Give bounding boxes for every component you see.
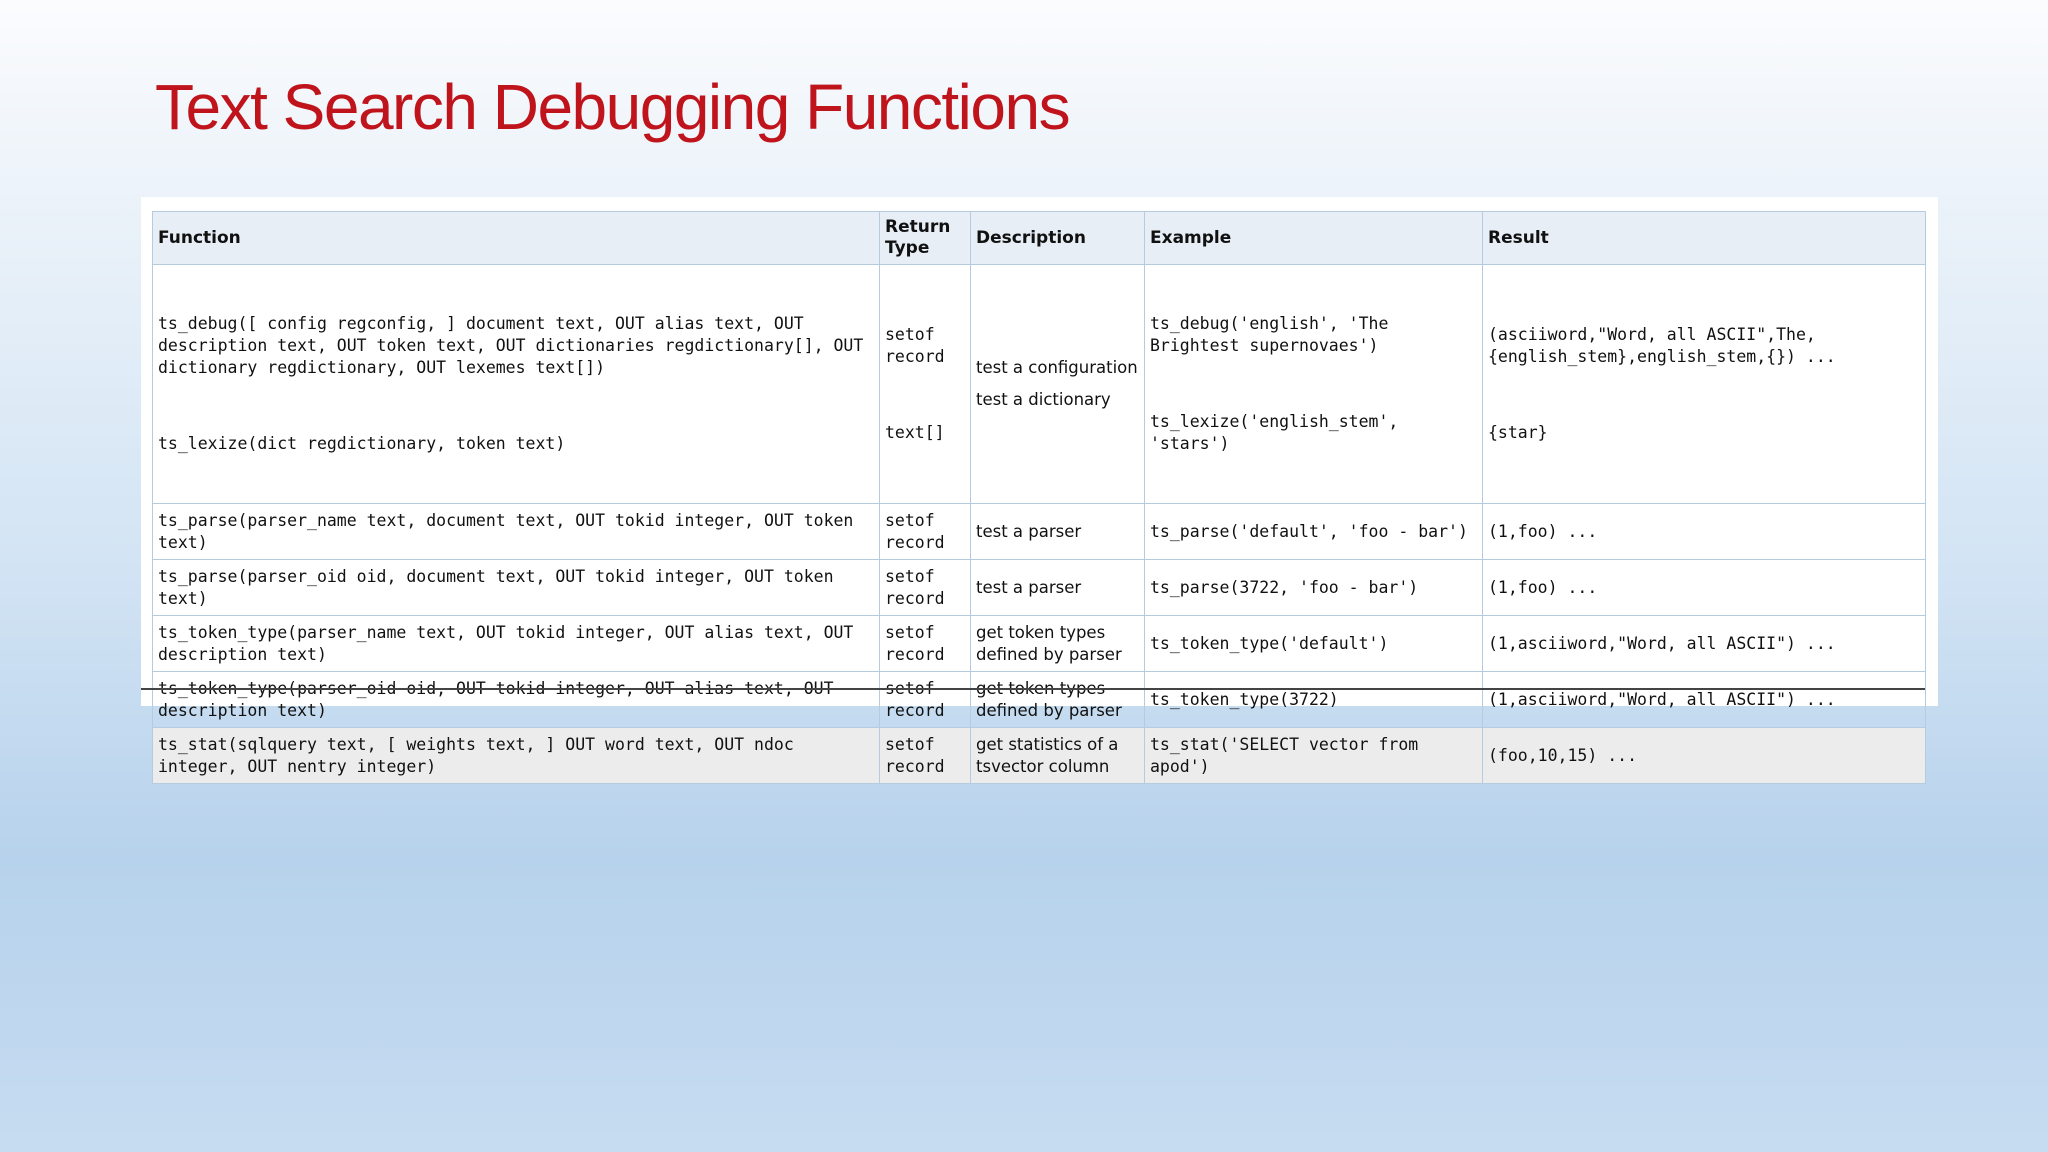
return-type: setof record <box>885 325 945 366</box>
description: test a dictionary <box>976 390 1111 409</box>
description-cell: get token types defined by parser <box>970 615 1145 672</box>
return-type-cell: setof record <box>879 559 971 616</box>
function-cell: ts_token_type(parser_oid oid, OUT tokid … <box>152 671 880 728</box>
return-type-cell: setof record <box>879 671 971 728</box>
example-cell: ts_token_type('default') <box>1144 615 1483 672</box>
table-row: ts_parse(parser_name text, document text… <box>152 503 1926 560</box>
return-type-cell: setof record text[] <box>879 264 971 504</box>
table-row: ts_token_type(parser_name text, OUT toki… <box>152 615 1926 672</box>
description: test a configuration <box>976 358 1138 377</box>
result-cell: (foo,10,15) ... <box>1482 727 1926 784</box>
description-cell: test a configuration test a dictionary <box>970 264 1145 504</box>
description-cell: get token types defined by parser <box>970 671 1145 728</box>
bottom-divider <box>141 688 1925 690</box>
functions-table: Function Return Type Description Example… <box>152 211 1926 784</box>
description-cell: get statistics of a tsvector column <box>970 727 1145 784</box>
return-type: text[] <box>885 423 945 442</box>
result-cell: (1,foo) ... <box>1482 559 1926 616</box>
table-panel: Function Return Type Description Example… <box>141 197 1938 784</box>
header-description: Description <box>970 211 1145 265</box>
table-row: ts_debug([ config regconfig, ] document … <box>152 264 1926 504</box>
example-cell: ts_parse(3722, 'foo - bar') <box>1144 559 1483 616</box>
description-cell: test a parser <box>970 503 1145 560</box>
function-cell: ts_parse(parser_oid oid, document text, … <box>152 559 880 616</box>
example-cell: ts_debug('english', 'The Brightest super… <box>1144 264 1483 504</box>
header-function: Function <box>152 211 880 265</box>
header-result: Result <box>1482 211 1926 265</box>
function-cell: ts_token_type(parser_name text, OUT toki… <box>152 615 880 672</box>
header-example: Example <box>1144 211 1483 265</box>
example: ts_debug('english', 'The Brightest super… <box>1150 314 1399 355</box>
result-cell: (1,foo) ... <box>1482 503 1926 560</box>
example-cell: ts_parse('default', 'foo - bar') <box>1144 503 1483 560</box>
example: ts_lexize('english_stem', 'stars') <box>1150 412 1409 453</box>
example-cell: ts_stat('SELECT vector from apod') <box>1144 727 1483 784</box>
table-header-row: Function Return Type Description Example… <box>152 211 1926 265</box>
return-type-cell: setof record <box>879 615 971 672</box>
table-row: ts_token_type(parser_oid oid, OUT tokid … <box>152 671 1926 728</box>
function-cell: ts_stat(sqlquery text, [ weights text, ]… <box>152 727 880 784</box>
return-type-cell: setof record <box>879 503 971 560</box>
result: {star} <box>1488 423 1548 442</box>
table-row: ts_parse(parser_oid oid, document text, … <box>152 559 1926 616</box>
function-signature: ts_lexize(dict regdictionary, token text… <box>158 434 566 453</box>
slide-title: Text Search Debugging Functions <box>155 71 1071 143</box>
result: (asciiword,"Word, all ASCII",The,{englis… <box>1488 325 1836 366</box>
table-row: ts_stat(sqlquery text, [ weights text, ]… <box>152 727 1926 784</box>
description-cell: test a parser <box>970 559 1145 616</box>
example-cell: ts_token_type(3722) <box>1144 671 1483 728</box>
header-return-type: Return Type <box>879 211 971 265</box>
function-cell: ts_debug([ config regconfig, ] document … <box>152 264 880 504</box>
result-cell: (1,asciiword,"Word, all ASCII") ... <box>1482 615 1926 672</box>
result-cell: (1,asciiword,"Word, all ASCII") ... <box>1482 671 1926 728</box>
function-signature: ts_debug([ config regconfig, ] document … <box>158 314 874 377</box>
function-cell: ts_parse(parser_name text, document text… <box>152 503 880 560</box>
result-cell: (asciiword,"Word, all ASCII",The,{englis… <box>1482 264 1926 504</box>
return-type-cell: setof record <box>879 727 971 784</box>
